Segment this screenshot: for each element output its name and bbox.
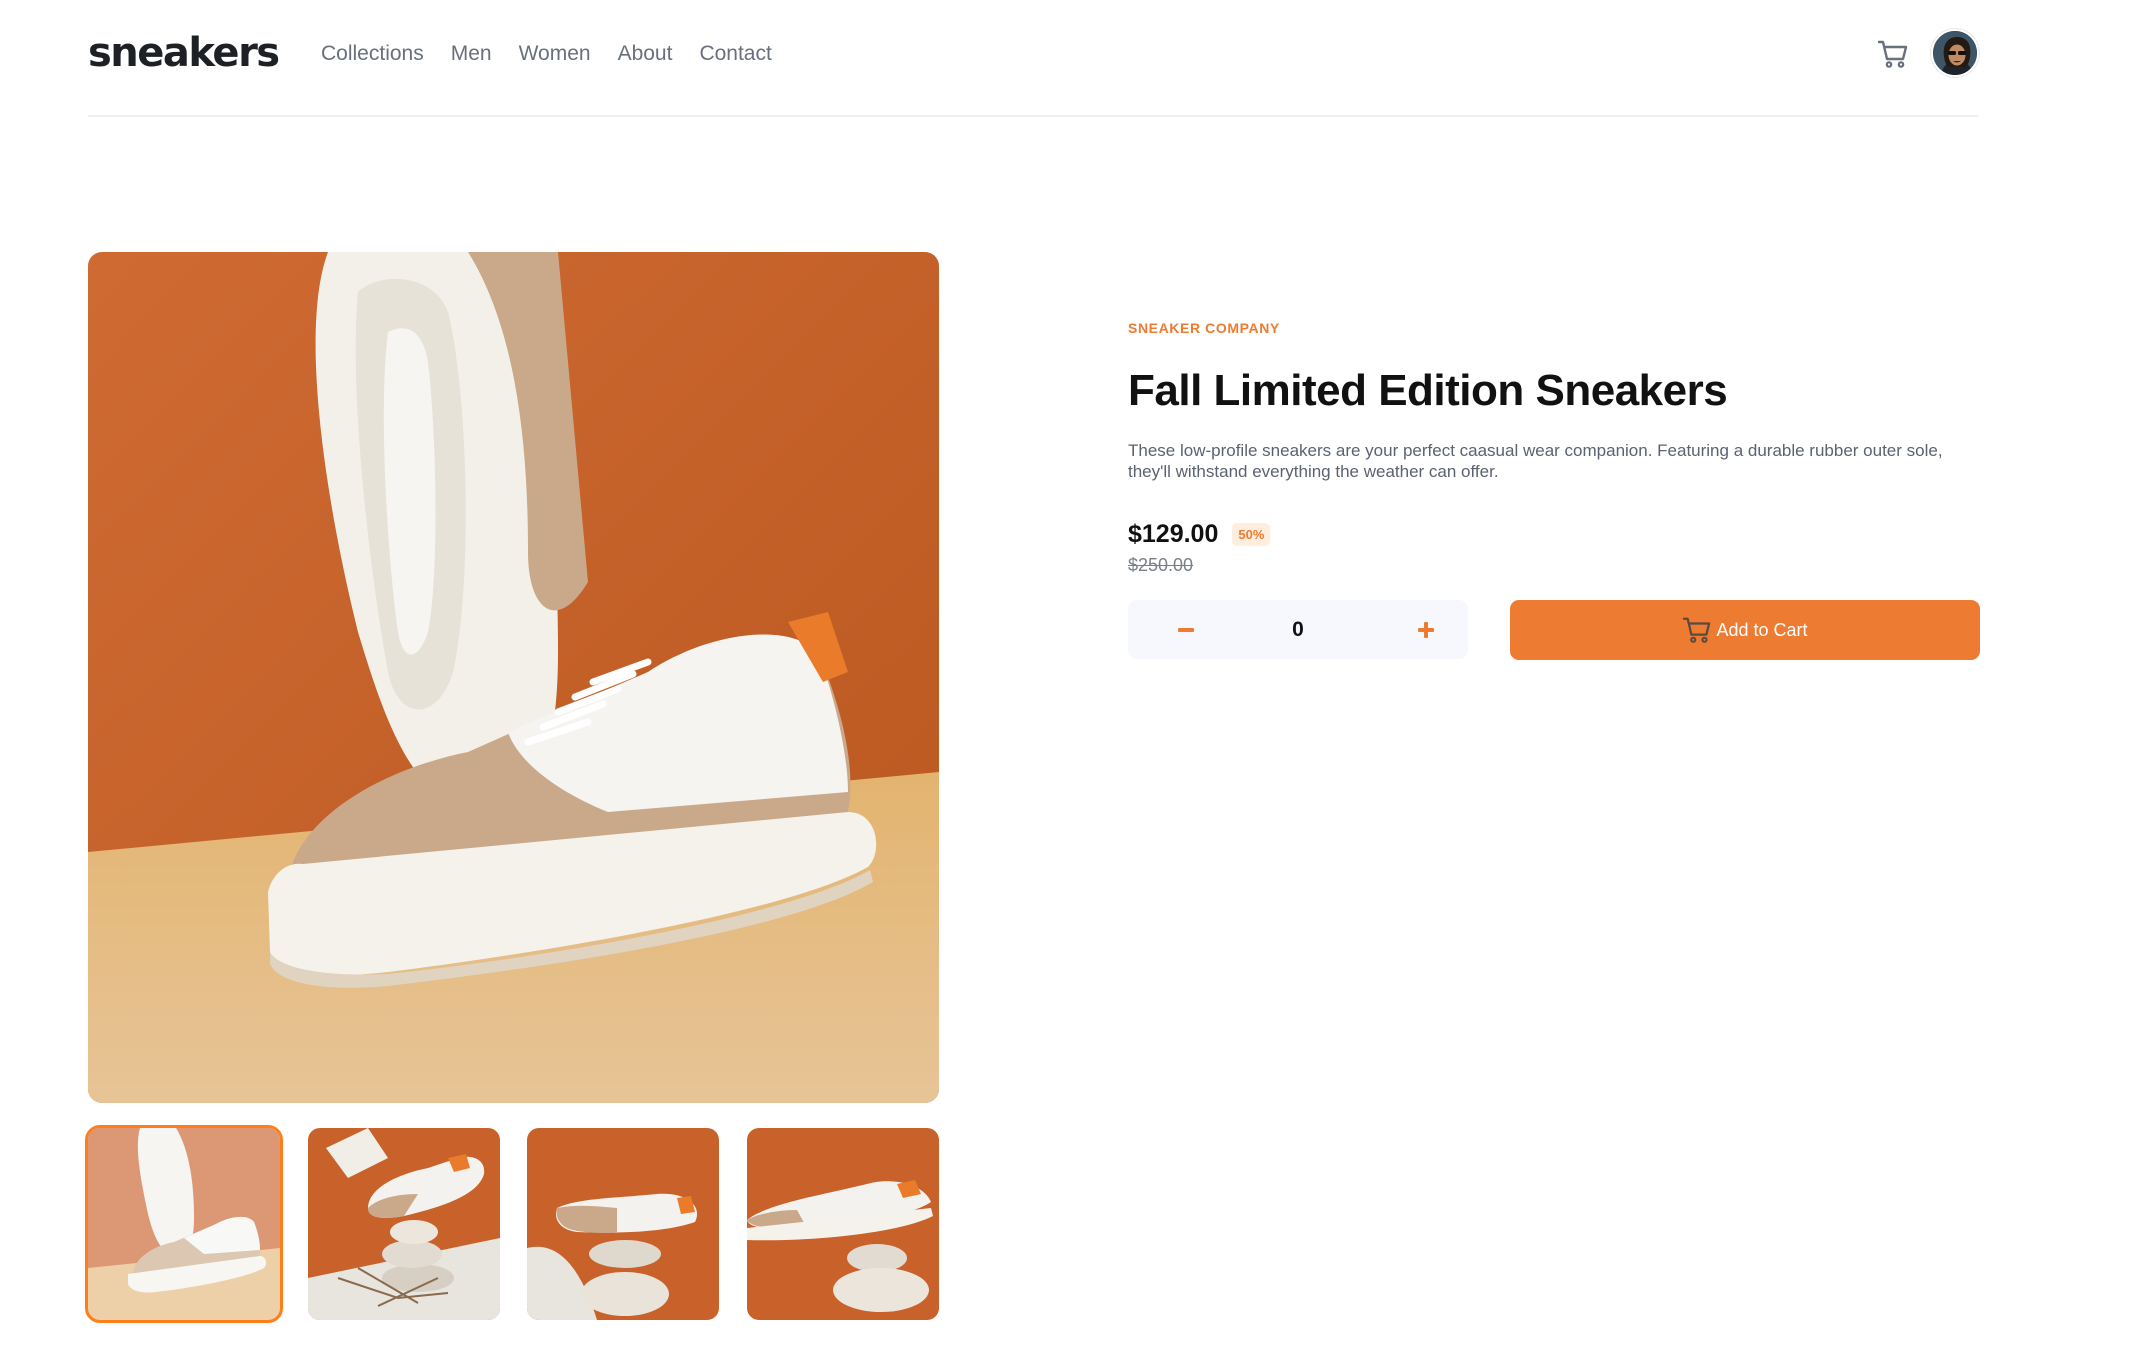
thumbnail-1[interactable] <box>85 1125 283 1323</box>
minus-icon <box>1178 627 1194 632</box>
quantity-stepper: 0 <box>1128 600 1468 659</box>
nav-link-women[interactable]: Women <box>519 42 591 66</box>
nav-link-men[interactable]: Men <box>451 42 492 66</box>
current-price: $129.00 <box>1128 520 1219 548</box>
company-name: SNEAKER COMPANY <box>1128 320 1280 336</box>
product-title: Fall Limited Edition Sneakers <box>1128 366 1728 415</box>
discount-badge: 50% <box>1232 523 1271 546</box>
quantity-value: 0 <box>1292 617 1304 641</box>
thumbnail-3[interactable] <box>527 1128 720 1320</box>
product-info: SNEAKER COMPANY Fall Limited Edition Sne… <box>1128 320 1980 576</box>
site-logo[interactable]: sneakers <box>88 30 280 76</box>
cart-icon <box>1683 617 1711 643</box>
product-description: These low-profile sneakers are your perf… <box>1128 441 1943 481</box>
plus-icon <box>1418 621 1434 638</box>
purchase-actions: 0 Add to Cart <box>1128 600 1980 660</box>
thumbnail-2[interactable] <box>307 1128 500 1320</box>
site-header: sneakers Collections Men Women About Con… <box>88 0 1979 117</box>
thumbnail-strip <box>85 1125 939 1323</box>
nav-link-contact[interactable]: Contact <box>699 42 771 66</box>
user-avatar[interactable] <box>1931 29 1979 77</box>
nav-link-collections[interactable]: Collections <box>321 42 424 66</box>
thumbnail-4[interactable] <box>746 1128 939 1320</box>
price-row: $129.00 50% <box>1128 520 1980 549</box>
cart-button[interactable] <box>1875 36 1911 72</box>
decrease-quantity-button[interactable] <box>1156 600 1216 659</box>
add-to-cart-label: Add to Cart <box>1716 619 1808 640</box>
add-to-cart-button[interactable]: Add to Cart <box>1510 600 1980 660</box>
cart-icon <box>1877 40 1908 68</box>
main-nav: Collections Men Women About Contact <box>321 42 799 66</box>
product-main-image[interactable] <box>88 252 939 1103</box>
original-price: $250.00 <box>1128 555 1194 575</box>
nav-link-about[interactable]: About <box>618 42 673 66</box>
product-page: sneakers Collections Men Women About Con… <box>0 0 2140 1352</box>
increase-quantity-button[interactable] <box>1396 600 1456 659</box>
